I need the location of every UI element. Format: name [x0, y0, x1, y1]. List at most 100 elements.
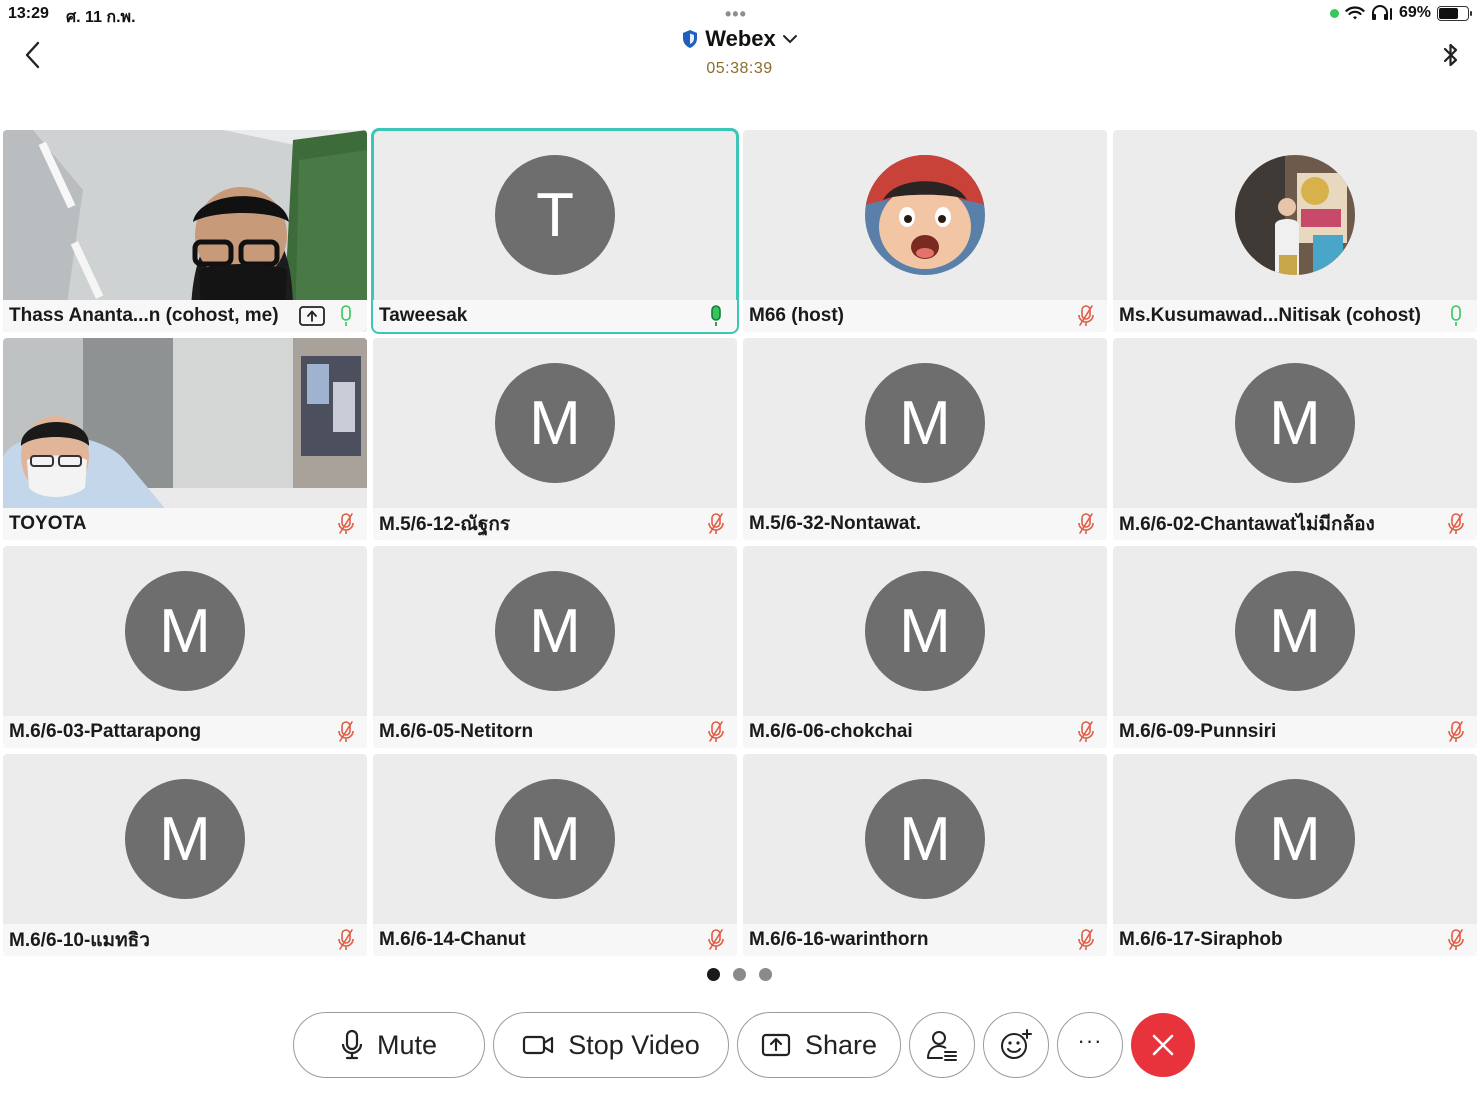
microphone-icon	[341, 1029, 363, 1060]
participant-name-bar: TOYOTA	[3, 508, 367, 540]
participant-name-bar: Thass Ananta...n (cohost, me)	[3, 300, 367, 332]
reactions-button[interactable]	[983, 1012, 1049, 1078]
avatar: M	[1235, 571, 1355, 691]
avatar	[1235, 155, 1355, 275]
reactions-icon	[1001, 1029, 1032, 1059]
mic-muted-icon	[338, 929, 354, 950]
camera-in-use-indicator	[1329, 8, 1339, 18]
meeting-timer: 05:38:39	[706, 60, 773, 77]
mic-muted-icon	[1448, 929, 1464, 950]
close-icon	[1152, 1034, 1174, 1056]
avatar-area: M	[1113, 754, 1477, 924]
participant-name: M66 (host)	[749, 305, 844, 326]
avatar-area: M	[373, 338, 737, 508]
avatar: M	[1235, 363, 1355, 483]
participant-tile[interactable]: Thass Ananta...n (cohost, me)	[3, 130, 367, 332]
cartoon-avatar-image	[865, 155, 985, 275]
meeting-title-button[interactable]: Webex	[681, 26, 798, 52]
avatar: M	[865, 779, 985, 899]
participant-name: M.6/6-02-Chantawatไม่มีกล้อง	[1119, 514, 1375, 535]
mic-muted-icon	[708, 721, 724, 742]
participant-name-bar: M66 (host)	[743, 300, 1107, 332]
participant-name: M.6/6-05-Netitorn	[379, 721, 534, 742]
mic-status	[337, 721, 355, 743]
mic-muted-icon	[1078, 721, 1094, 742]
avatar-area: M	[3, 754, 367, 924]
more-options-button[interactable]: ···	[1057, 1012, 1123, 1078]
mic-on-icon	[1451, 305, 1461, 326]
mic-status	[707, 721, 725, 743]
avatar-area: M	[743, 754, 1107, 924]
page-dot[interactable]	[733, 968, 746, 981]
participant-name-bar: M.6/6-02-Chantawatไม่มีกล้อง	[1113, 508, 1477, 540]
participant-tile[interactable]: M M.6/6-06-chokchai	[743, 546, 1107, 748]
page-dot[interactable]	[759, 968, 772, 981]
meeting-title: Webex	[705, 26, 776, 51]
multitask-dots[interactable]: •••	[725, 4, 747, 25]
avatar-area: M	[3, 546, 367, 716]
participant-name: Thass Ananta...n (cohost, me)	[9, 305, 279, 326]
status-time: 13:29	[8, 5, 49, 22]
mic-status	[1447, 721, 1465, 743]
participant-tile[interactable]: M M.6/6-05-Netitorn	[373, 546, 737, 748]
participant-tile[interactable]: M M.6/6-03-Pattarapong	[3, 546, 367, 748]
participant-name-bar: M.6/6-14-Chanut	[373, 924, 737, 956]
participant-tile[interactable]: M M.6/6-10-แมทธิว	[3, 754, 367, 956]
participant-grid: Thass Ananta...n (cohost, me) T Taweesak	[3, 128, 1477, 956]
mic-speaking-icon	[711, 305, 721, 326]
participant-name: M.6/6-06-chokchai	[749, 721, 913, 742]
participant-name: M.6/6-14-Chanut	[379, 929, 526, 950]
participant-tile[interactable]: M66 (host)	[743, 130, 1107, 332]
participant-tile[interactable]: M M.6/6-09-Punnsiri	[1113, 546, 1477, 748]
avatar-area: M	[373, 754, 737, 924]
mic-muted-icon	[1078, 929, 1094, 950]
battery-icon	[1437, 5, 1472, 21]
page-dot[interactable]	[707, 968, 720, 981]
avatar-area: M	[743, 546, 1107, 716]
mic-status	[707, 305, 725, 327]
participant-name-bar: M.6/6-06-chokchai	[743, 716, 1107, 748]
mute-button[interactable]: Mute	[293, 1012, 485, 1078]
participant-name: Ms.Kusumawad...Nitisak (cohost)	[1119, 305, 1421, 326]
participant-name: M.5/6-32-Nontawat.	[749, 513, 922, 534]
bluetooth-icon[interactable]	[1441, 40, 1461, 70]
participant-name: M.6/6-09-Punnsiri	[1119, 721, 1277, 742]
participant-name-bar: M.6/6-05-Netitorn	[373, 716, 737, 748]
video-camera-icon	[523, 1035, 554, 1055]
mic-muted-icon	[1448, 513, 1464, 534]
mic-status	[337, 929, 355, 951]
mic-status	[1447, 929, 1465, 951]
meeting-header: Webex 05:38:39	[0, 26, 1479, 78]
avatar: T	[495, 155, 615, 275]
participant-tile[interactable]: M M.6/6-16-warinthorn	[743, 754, 1107, 956]
share-button[interactable]: Share	[737, 1012, 901, 1078]
mic-muted-icon	[338, 513, 354, 534]
wifi-icon	[1345, 5, 1365, 19]
chevron-down-icon	[782, 35, 797, 44]
mic-status	[1077, 305, 1095, 327]
participant-tile[interactable]: TOYOTA	[3, 338, 367, 540]
participant-name: M.6/6-16-warinthorn	[749, 929, 929, 950]
participant-tile[interactable]: Ms.Kusumawad...Nitisak (cohost)	[1113, 130, 1477, 332]
participants-button[interactable]	[909, 1012, 975, 1078]
participant-name: TOYOTA	[9, 513, 87, 534]
participant-name-bar: M.6/6-16-warinthorn	[743, 924, 1107, 956]
page-indicator[interactable]	[0, 968, 1479, 981]
avatar-area: M	[1113, 546, 1477, 716]
participant-tile[interactable]: M M.6/6-02-Chantawatไม่มีกล้อง	[1113, 338, 1477, 540]
participants-icon	[927, 1031, 957, 1061]
status-right: 69%	[1329, 4, 1472, 22]
participant-tile[interactable]: M M.6/6-14-Chanut	[373, 754, 737, 956]
avatar: M	[1235, 779, 1355, 899]
participant-tile[interactable]: M M.5/6-32-Nontawat.	[743, 338, 1107, 540]
participant-name: M.6/6-03-Pattarapong	[9, 721, 202, 742]
status-bar: 13:29 ศ. 11 ก.พ. ••• 69%	[0, 0, 1479, 28]
more-options-icon: ···	[1077, 1028, 1103, 1053]
participant-tile[interactable]: T Taweesak	[371, 128, 739, 334]
participant-tile[interactable]: M M.6/6-17-Siraphob	[1113, 754, 1477, 956]
end-meeting-button[interactable]	[1131, 1013, 1195, 1077]
participant-tile[interactable]: M M.5/6-12-ณัฐกร	[373, 338, 737, 540]
stop-video-button[interactable]: Stop Video	[493, 1012, 729, 1078]
avatar: M	[865, 363, 985, 483]
mic-status	[1447, 513, 1465, 535]
